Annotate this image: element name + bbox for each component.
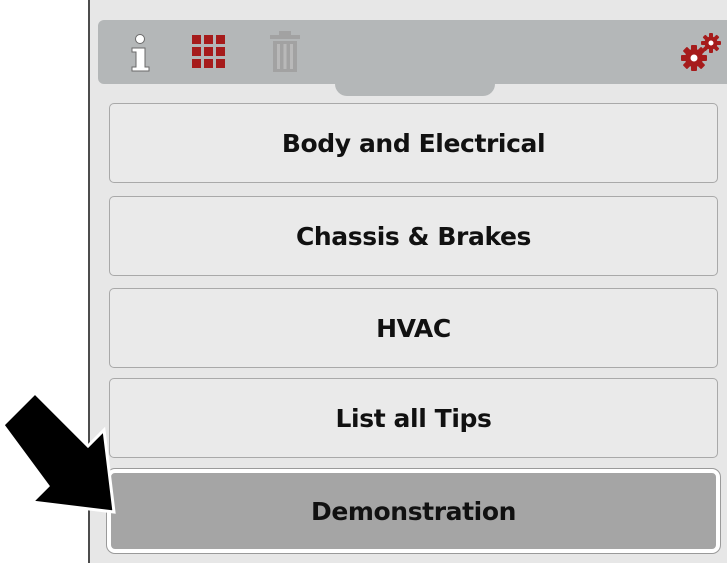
grid-icon[interactable] [190,33,228,71]
menu-item-chassis-and-brakes[interactable]: Chassis & Brakes [109,196,718,276]
info-icon[interactable] [128,34,152,72]
menu-item-demonstration[interactable]: Demonstration [107,469,720,553]
toolbar-pull-tab[interactable] [335,82,495,96]
toolbar [98,20,727,84]
menu-item-list-all-tips[interactable]: List all Tips [109,378,718,458]
trash-icon[interactable] [268,30,302,74]
settings-icon[interactable] [680,32,722,72]
menu-item-hvac[interactable]: HVAC [109,288,718,368]
app-frame: Body and Electrical Chassis & Brakes HVA… [88,0,727,563]
menu-item-body-and-electrical[interactable]: Body and Electrical [109,103,718,183]
pointer-arrow-icon [1,390,116,514]
